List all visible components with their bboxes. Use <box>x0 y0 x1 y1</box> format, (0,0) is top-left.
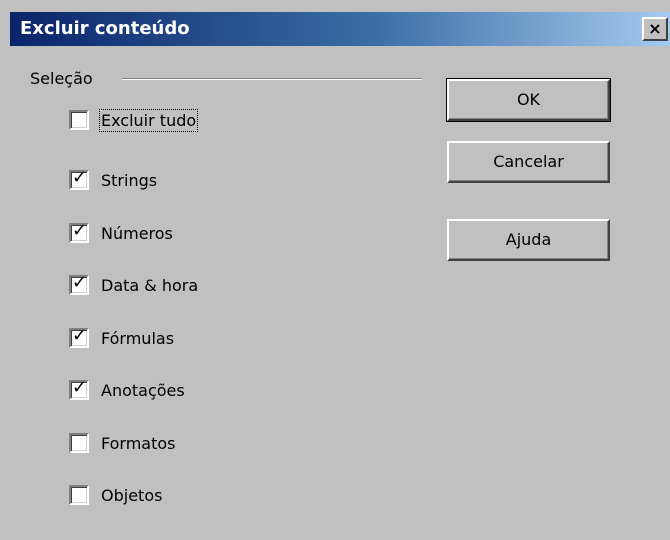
option-label: Números <box>101 223 173 243</box>
option-numbers[interactable]: ✓ Números <box>69 221 173 245</box>
check-icon: ✓ <box>72 272 88 293</box>
checkbox-objects[interactable] <box>69 485 89 505</box>
option-strings[interactable]: ✓ Strings <box>69 168 157 192</box>
option-label: Excluir tudo <box>98 108 199 132</box>
cancel-button[interactable]: Cancelar <box>447 141 610 183</box>
selection-group-label: Seleção <box>30 69 93 88</box>
dialog-title: Excluir conteúdo <box>20 18 190 39</box>
check-icon: ✓ <box>72 325 88 346</box>
dialog-window: Excluir conteúdo × Seleção Excluir tudo … <box>0 0 670 540</box>
title-bar[interactable]: Excluir conteúdo × <box>10 12 670 46</box>
checkbox-strings[interactable]: ✓ <box>69 167 89 190</box>
checkbox-formulas[interactable]: ✓ <box>69 325 89 348</box>
checkbox-formats[interactable] <box>69 433 89 453</box>
option-date-time[interactable]: ✓ Data & hora <box>69 273 198 297</box>
checkbox-date-time[interactable]: ✓ <box>69 272 89 295</box>
checkbox-numbers[interactable]: ✓ <box>69 220 89 243</box>
option-delete-all[interactable]: Excluir tudo <box>69 108 199 132</box>
option-formulas[interactable]: ✓ Fórmulas <box>69 326 174 350</box>
option-formats[interactable]: Formatos <box>69 431 176 455</box>
option-annotations[interactable]: ✓ Anotações <box>69 378 185 402</box>
option-label: Anotações <box>101 380 185 400</box>
close-icon: × <box>648 19 662 38</box>
option-label: Strings <box>101 170 158 190</box>
option-label: Formatos <box>101 433 176 453</box>
option-label: Objetos <box>101 485 163 505</box>
checkbox-annotations[interactable]: ✓ <box>69 377 89 400</box>
option-label: Fórmulas <box>101 328 175 348</box>
check-icon: ✓ <box>72 220 88 241</box>
ok-button[interactable]: OK <box>446 78 611 122</box>
checkbox-delete-all[interactable] <box>69 110 89 130</box>
option-objects[interactable]: Objetos <box>69 483 162 507</box>
close-button[interactable]: × <box>642 17 668 41</box>
option-label: Data & hora <box>101 275 199 295</box>
help-button[interactable]: Ajuda <box>447 219 610 261</box>
group-divider <box>122 78 422 80</box>
check-icon: ✓ <box>72 377 88 398</box>
check-icon: ✓ <box>72 167 88 188</box>
